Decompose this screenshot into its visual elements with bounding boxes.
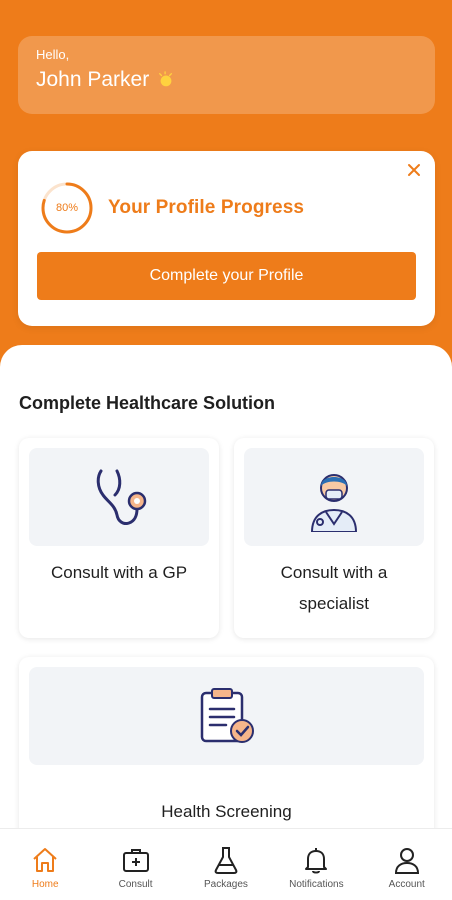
icon-box — [29, 448, 209, 546]
icon-box — [244, 448, 424, 546]
icon-box — [29, 667, 424, 765]
clipboard-check-icon — [200, 688, 254, 743]
section-title: Complete Healthcare Solution — [19, 393, 276, 413]
nav-item-home[interactable]: Home — [1, 829, 89, 890]
service-label: Health Screening — [161, 802, 292, 821]
medical-kit-icon — [122, 849, 149, 872]
close-icon[interactable] — [405, 161, 423, 179]
nav-label: Account — [388, 879, 425, 890]
progress-title: Your Profile Progress — [108, 197, 305, 218]
user-name: John Parker — [36, 68, 150, 91]
nav-item-consult[interactable]: Consult — [92, 829, 180, 890]
doctor-icon — [310, 474, 358, 532]
service-card-gp[interactable]: Consult with a GP — [19, 438, 219, 638]
service-label-line1: Consult with a — [280, 563, 388, 582]
bottom-nav: Home Consult Packages Notifications Acco… — [0, 828, 452, 900]
nav-item-packages[interactable]: Packages — [182, 829, 270, 890]
nav-item-account[interactable]: Account — [363, 829, 451, 890]
progress-ring: 80% — [40, 181, 94, 235]
bell-icon — [305, 848, 328, 874]
nav-label: Home — [31, 879, 59, 890]
stethoscope-icon — [96, 469, 147, 525]
complete-profile-button[interactable]: Complete your Profile — [37, 252, 416, 300]
home-icon — [33, 848, 57, 872]
profile-progress-card: 80% Your Profile Progress Complete your … — [18, 151, 435, 326]
waving-hand-icon — [159, 71, 173, 87]
greeting-name-row: John Parker — [36, 68, 417, 92]
content-sheet: Complete Healthcare Solution Consult wit… — [0, 345, 452, 900]
service-label: Consult with a GP — [50, 563, 188, 582]
service-label-line2: specialist — [299, 594, 369, 613]
nav-item-notifications[interactable]: Notifications — [272, 829, 360, 890]
nav-label: Notifications — [289, 879, 344, 890]
service-label: Consult with a specialist — [234, 557, 434, 619]
user-icon — [394, 848, 419, 874]
service-card-specialist[interactable]: Consult with a specialist — [234, 438, 434, 638]
nav-label: Consult — [118, 879, 153, 890]
flask-icon — [214, 847, 238, 874]
progress-percent: 80% — [55, 202, 79, 214]
service-card-health-screening[interactable]: Health Screening — [19, 657, 434, 857]
greeting-card: Hello, John Parker — [18, 36, 435, 114]
greeting-hello: Hello, — [36, 47, 70, 62]
progress-row: 80% Your Profile Progress — [40, 181, 304, 235]
nav-label: Packages — [204, 879, 248, 890]
